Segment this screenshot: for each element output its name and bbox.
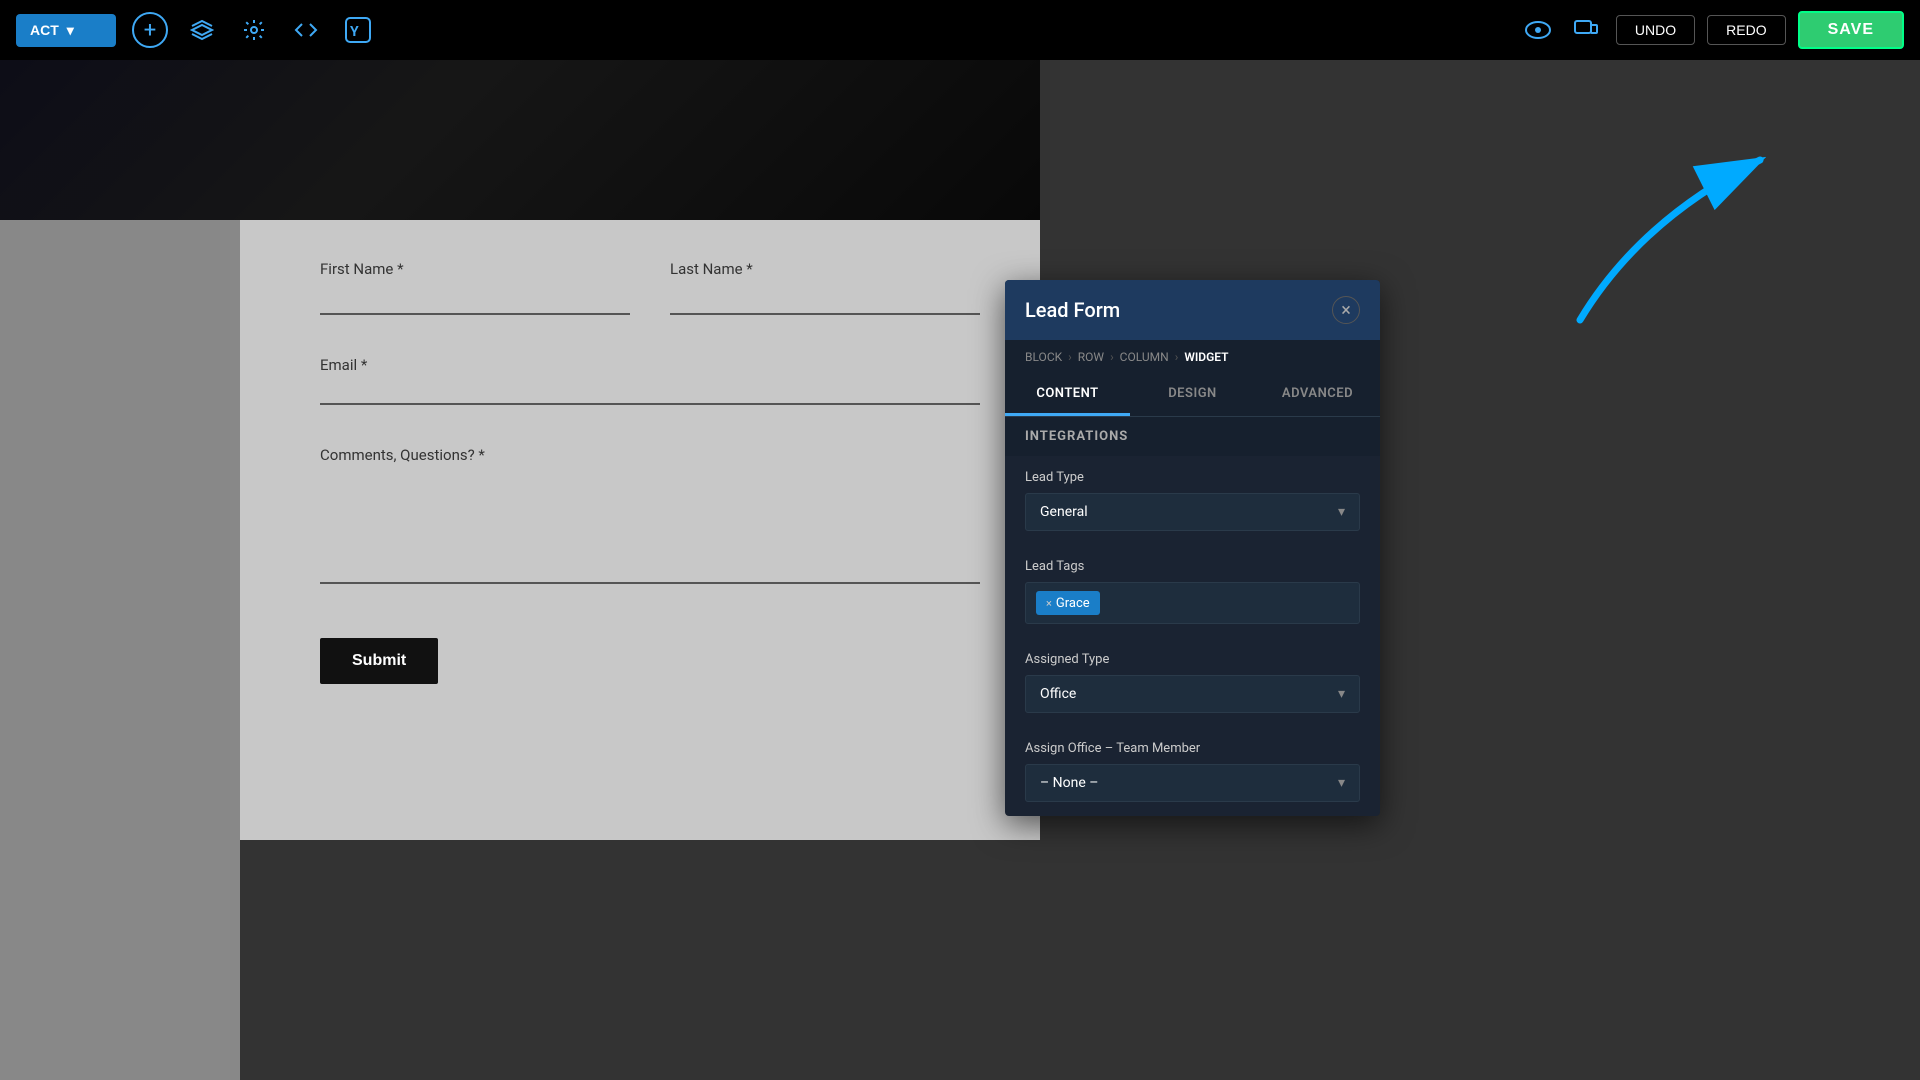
hero-overlay	[0, 60, 1040, 220]
assigned-type-label: Assigned Type	[1025, 652, 1360, 667]
page-select-label: ACT	[30, 22, 59, 38]
panel-body: INTEGRATIONS Lead Type General ▾ Lead Ta…	[1005, 417, 1380, 816]
lead-form-panel: Lead Form × BLOCK › ROW › COLUMN › WIDGE…	[1005, 280, 1380, 816]
comments-field-wrapper: Comments, Questions? *	[320, 445, 980, 588]
first-name-input[interactable]	[320, 284, 630, 315]
breadcrumb-sep-1: ›	[1068, 350, 1072, 364]
assigned-type-field: Assigned Type Office ▾	[1005, 638, 1380, 727]
undo-button[interactable]: UNDO	[1616, 15, 1695, 45]
email-field-wrapper: Email *	[320, 355, 980, 405]
lead-type-arrow-icon: ▾	[1338, 504, 1345, 520]
add-icon[interactable]: +	[132, 12, 168, 48]
lead-tags-label: Lead Tags	[1025, 559, 1360, 574]
lead-tags-container[interactable]: × Grace	[1025, 582, 1360, 624]
assign-office-field: Assign Office – Team Member – None – ▾	[1005, 727, 1380, 816]
arrow-annotation	[1560, 120, 1840, 340]
comments-textarea[interactable]	[320, 464, 980, 584]
lead-type-field: Lead Type General ▾	[1005, 456, 1380, 545]
redo-button[interactable]: REDO	[1707, 15, 1785, 45]
assigned-type-value: Office	[1040, 686, 1076, 702]
breadcrumb-column[interactable]: COLUMN	[1120, 350, 1169, 364]
hero-background	[0, 60, 1040, 220]
main-area: First Name * Last Name * Email * Comment…	[0, 60, 1920, 1080]
assigned-type-select[interactable]: Office ▾	[1025, 675, 1360, 713]
settings-icon[interactable]	[236, 12, 272, 48]
assign-office-arrow-icon: ▾	[1338, 775, 1345, 791]
first-name-field: First Name *	[320, 260, 630, 315]
panel-close-button[interactable]: ×	[1332, 296, 1360, 324]
form-name-row: First Name * Last Name *	[320, 260, 980, 315]
breadcrumb-sep-3: ›	[1175, 350, 1179, 364]
breadcrumb-widget[interactable]: WIDGET	[1184, 350, 1228, 364]
tab-advanced[interactable]: ADVANCED	[1255, 374, 1380, 416]
layers-icon[interactable]	[184, 12, 220, 48]
last-name-input[interactable]	[670, 284, 980, 315]
panel-header: Lead Form ×	[1005, 280, 1380, 340]
svg-text:Y: Y	[350, 24, 359, 40]
breadcrumb-block[interactable]: BLOCK	[1025, 350, 1062, 364]
lead-type-label: Lead Type	[1025, 470, 1360, 485]
tag-grace[interactable]: × Grace	[1036, 591, 1100, 615]
preview-icon[interactable]	[1520, 12, 1556, 48]
form-container: First Name * Last Name * Email * Comment…	[240, 220, 1040, 840]
panel-tabs: CONTENT DESIGN ADVANCED	[1005, 374, 1380, 417]
page-select-button[interactable]: ACT ▾	[16, 14, 116, 47]
toolbar: ACT ▾ + Y	[0, 0, 1920, 60]
toolbar-left: ACT ▾ + Y	[16, 12, 376, 48]
lead-tags-field: Lead Tags × Grace	[1005, 545, 1380, 638]
chevron-down-icon: ▾	[67, 22, 74, 39]
code-icon[interactable]	[288, 12, 324, 48]
assign-office-label: Assign Office – Team Member	[1025, 741, 1360, 756]
comments-label: Comments, Questions? *	[320, 446, 485, 464]
lead-type-select[interactable]: General ▾	[1025, 493, 1360, 531]
responsive-icon[interactable]	[1568, 12, 1604, 48]
yoast-icon[interactable]: Y	[340, 12, 376, 48]
tag-grace-label: Grace	[1056, 596, 1090, 611]
submit-button[interactable]: Submit	[320, 638, 438, 684]
email-label: Email *	[320, 356, 367, 374]
last-name-field: Last Name *	[670, 260, 980, 315]
breadcrumb: BLOCK › ROW › COLUMN › WIDGET	[1005, 340, 1380, 374]
breadcrumb-row[interactable]: ROW	[1078, 350, 1104, 364]
tag-grace-remove-icon[interactable]: ×	[1046, 597, 1052, 610]
lead-type-value: General	[1040, 504, 1088, 520]
save-button[interactable]: SAVE	[1798, 11, 1904, 49]
breadcrumb-sep-2: ›	[1110, 350, 1114, 364]
email-input[interactable]	[320, 374, 980, 405]
last-name-label: Last Name *	[670, 260, 980, 278]
tab-content[interactable]: CONTENT	[1005, 374, 1130, 416]
assigned-type-arrow-icon: ▾	[1338, 686, 1345, 702]
first-name-label: First Name *	[320, 260, 630, 278]
toolbar-right: UNDO REDO SAVE	[1520, 11, 1904, 49]
tab-design[interactable]: DESIGN	[1130, 374, 1255, 416]
assign-office-select[interactable]: – None – ▾	[1025, 764, 1360, 802]
integrations-header: INTEGRATIONS	[1005, 417, 1380, 456]
assign-office-value: – None –	[1040, 775, 1098, 791]
panel-title: Lead Form	[1025, 298, 1120, 322]
